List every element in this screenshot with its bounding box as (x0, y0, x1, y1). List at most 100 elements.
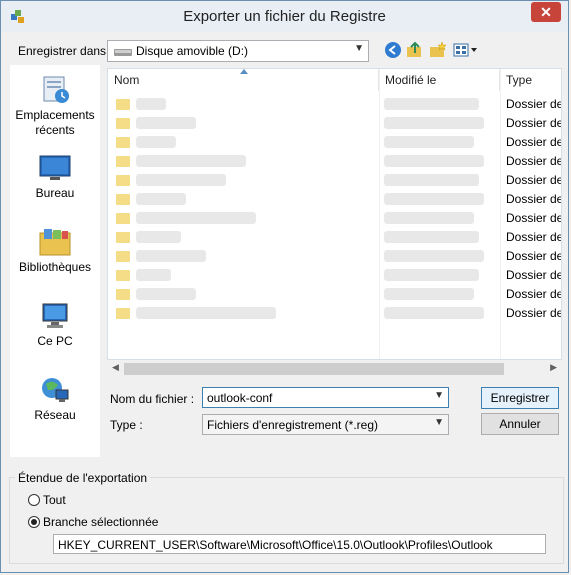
type-cell: Dossier de (506, 135, 562, 149)
chevron-down-icon: ▼ (354, 43, 364, 54)
blurred-name (136, 136, 176, 148)
place-this-pc[interactable]: Ce PC (10, 301, 100, 349)
place-label: Ce PC (37, 334, 73, 348)
chevron-down-icon: ▼ (434, 390, 444, 401)
column-header-name[interactable]: Nom (108, 69, 379, 91)
place-label: Bibliothèques (18, 260, 92, 274)
branch-path-field[interactable]: HKEY_CURRENT_USER\Software\Microsoft\Off… (53, 534, 546, 554)
scroll-left-icon[interactable]: ◀ (112, 362, 119, 373)
list-item[interactable]: Dossier de (108, 285, 561, 304)
location-dropdown[interactable]: Disque amovible (D:) ▼ (107, 40, 369, 62)
list-item[interactable]: Dossier de (108, 133, 561, 152)
close-button[interactable]: ✕ (531, 2, 561, 22)
blurred-name (136, 174, 226, 186)
type-cell: Dossier de (506, 268, 562, 282)
folder-icon (116, 194, 130, 205)
folder-icon (116, 251, 130, 262)
blurred-name (136, 98, 166, 110)
save-button[interactable]: Enregistrer (481, 387, 559, 409)
list-item[interactable]: Dossier de (108, 114, 561, 133)
filetype-dropdown[interactable]: Fichiers d'enregistrement (*.reg) ▼ (202, 414, 449, 435)
blurred-date (384, 155, 484, 167)
place-desktop[interactable]: Bureau (10, 153, 100, 201)
new-folder-icon[interactable] (429, 41, 447, 59)
dialog-window: Exporter un fichier du Registre ✕ Enregi… (0, 0, 569, 573)
blurred-name (136, 155, 246, 167)
list-item[interactable]: Dossier de (108, 247, 561, 266)
blurred-date (384, 174, 479, 186)
list-item[interactable]: Dossier de (108, 95, 561, 114)
column-header-type[interactable]: Type (500, 69, 561, 91)
blurred-date (384, 288, 474, 300)
folder-icon (116, 137, 130, 148)
blurred-name (136, 288, 196, 300)
horizontal-scrollbar[interactable]: ◀ ▶ (108, 361, 561, 377)
drive-icon (114, 49, 132, 56)
blurred-name (136, 231, 181, 243)
place-recent[interactable]: Emplacements récents (10, 75, 100, 138)
radio-all-label[interactable]: Tout (43, 493, 66, 507)
blurred-date (384, 250, 484, 262)
places-bar: Emplacements récents Bureau Bibliothèque… (10, 65, 100, 457)
blurred-name (136, 307, 276, 319)
window-title: Exporter un fichier du Registre (183, 8, 386, 25)
location-label: Enregistrer dans : (18, 44, 113, 58)
blurred-date (384, 136, 474, 148)
file-list[interactable]: Nom Modifié le Type Dossier de Dossier de… (107, 68, 562, 360)
place-network[interactable]: Réseau (10, 375, 100, 423)
blurred-name (136, 250, 206, 262)
filename-value: outlook-conf (207, 391, 273, 405)
folder-icon (116, 289, 130, 300)
scroll-right-icon[interactable]: ▶ (550, 362, 557, 373)
column-header-modified[interactable]: Modifié le (379, 69, 500, 91)
folder-icon (116, 308, 130, 319)
place-label: Bureau (35, 186, 75, 200)
type-cell: Dossier de (506, 192, 562, 206)
cancel-button[interactable]: Annuler (481, 413, 559, 435)
blurred-date (384, 231, 479, 243)
blurred-name (136, 269, 171, 281)
back-icon[interactable] (384, 41, 402, 59)
type-cell: Dossier de (506, 306, 562, 320)
folder-icon (116, 270, 130, 281)
list-item[interactable]: Dossier de (108, 152, 561, 171)
blurred-date (384, 212, 474, 224)
list-item[interactable]: Dossier de (108, 190, 561, 209)
folder-icon (116, 232, 130, 243)
place-label: Emplacements récents (15, 108, 95, 137)
type-cell: Dossier de (506, 116, 562, 130)
blurred-date (384, 269, 479, 281)
up-folder-icon[interactable] (406, 41, 424, 59)
list-item[interactable]: Dossier de (108, 228, 561, 247)
place-libraries[interactable]: Bibliothèques (10, 227, 100, 275)
desktop-icon (39, 155, 71, 180)
views-icon[interactable] (453, 41, 479, 59)
computer-icon (42, 303, 68, 328)
radio-branch[interactable] (28, 516, 40, 528)
list-item[interactable]: Dossier de (108, 304, 561, 323)
filename-field[interactable]: outlook-conf ▼ (202, 387, 449, 408)
radio-all[interactable] (28, 494, 40, 506)
list-item[interactable]: Dossier de (108, 266, 561, 285)
folder-icon (116, 99, 130, 110)
radio-branch-label[interactable]: Branche sélectionnée (43, 515, 158, 529)
title-bar[interactable]: Exporter un fichier du Registre ✕ (1, 1, 568, 32)
place-label: Réseau (34, 408, 76, 422)
type-cell: Dossier de (506, 230, 562, 244)
type-cell: Dossier de (506, 249, 562, 263)
export-range-title: Étendue de l'exportation (15, 471, 151, 485)
blurred-date (384, 193, 484, 205)
type-cell: Dossier de (506, 97, 562, 111)
libraries-icon (39, 229, 71, 256)
scroll-thumb[interactable] (124, 363, 504, 375)
filetype-label: Type : (110, 418, 143, 432)
blurred-name (136, 193, 186, 205)
folder-icon (116, 118, 130, 129)
recent-places-icon (43, 76, 69, 103)
filetype-value: Fichiers d'enregistrement (*.reg) (207, 418, 379, 432)
chevron-down-icon: ▼ (434, 417, 444, 428)
location-value: Disque amovible (D:) (136, 44, 249, 58)
type-cell: Dossier de (506, 154, 562, 168)
list-item[interactable]: Dossier de (108, 209, 561, 228)
list-item[interactable]: Dossier de (108, 171, 561, 190)
